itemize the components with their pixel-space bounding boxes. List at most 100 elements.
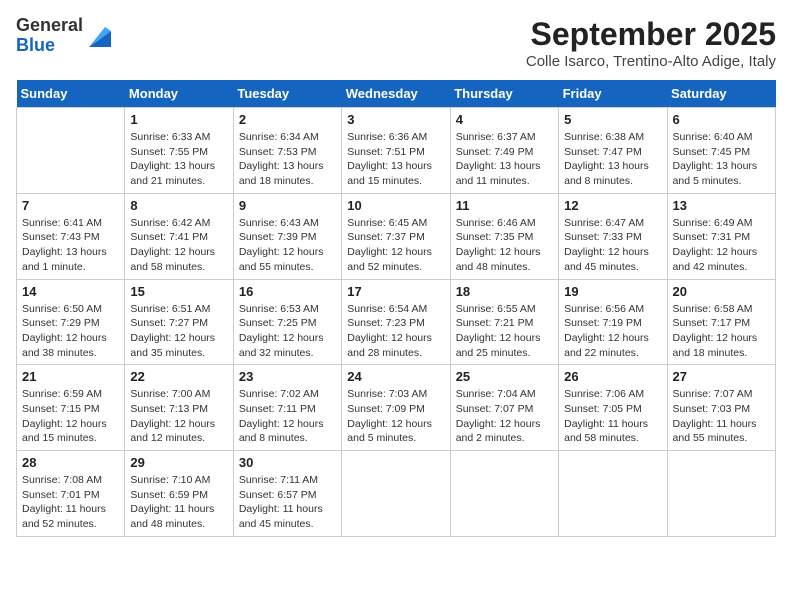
day-number: 11 <box>456 198 553 213</box>
calendar-cell: 16Sunrise: 6:53 AMSunset: 7:25 PMDayligh… <box>233 279 341 365</box>
day-info: Sunrise: 6:36 AMSunset: 7:51 PMDaylight:… <box>347 130 444 189</box>
day-number: 24 <box>347 369 444 384</box>
calendar-cell: 2Sunrise: 6:34 AMSunset: 7:53 PMDaylight… <box>233 108 341 194</box>
day-number: 15 <box>130 284 227 299</box>
weekday-header: Monday <box>125 80 233 108</box>
day-info: Sunrise: 6:43 AMSunset: 7:39 PMDaylight:… <box>239 216 336 275</box>
weekday-header: Wednesday <box>342 80 450 108</box>
calendar-cell: 27 Sunrise: 7:07 AMSunset: 7:03 PMDayligh… <box>667 365 775 451</box>
day-info: Sunrise: 7:02 AMSunset: 7:11 PMDaylight:… <box>239 387 336 446</box>
calendar-cell: 3 Sunrise: 6:36 AMSunset: 7:51 PMDaylight… <box>342 108 450 194</box>
day-number: 7 <box>22 198 119 213</box>
calendar-cell: 4Sunrise: 6:37 AMSunset: 7:49 PMDaylight… <box>450 108 558 194</box>
calendar-cell: 8Sunrise: 6:42 AMSunset: 7:41 PMDaylight… <box>125 193 233 279</box>
day-number: 19 <box>564 284 661 299</box>
day-info: Sunrise: 6:49 AMSunset: 7:31 PMDaylight:… <box>673 216 770 275</box>
calendar-cell: 15 Sunrise: 6:51 AMSunset: 7:27 PMDayligh… <box>125 279 233 365</box>
day-number: 5 <box>564 112 661 127</box>
calendar-cell: 26 Sunrise: 7:06 AMSunset: 7:05 PMDayligh… <box>559 365 667 451</box>
day-number: 21 <box>22 369 119 384</box>
day-info: Sunrise: 6:38 AMSunset: 7:47 PMDaylight:… <box>564 130 661 189</box>
calendar-cell: 7 Sunrise: 6:41 AMSunset: 7:43 PMDaylight… <box>17 193 125 279</box>
day-number: 28 <box>22 455 119 470</box>
weekday-header: Friday <box>559 80 667 108</box>
calendar-cell <box>667 451 775 537</box>
month-title: September 2025 <box>526 16 776 53</box>
calendar-cell: 29 Sunrise: 7:10 AMSunset: 6:59 PMDayligh… <box>125 451 233 537</box>
day-info: Sunrise: 7:08 AMSunset: 7:01 PMDaylight:… <box>22 473 119 532</box>
calendar-cell: 1Sunrise: 6:33 AMSunset: 7:55 PMDaylight… <box>125 108 233 194</box>
logo-general: General <box>16 15 83 35</box>
calendar-cell: 10 Sunrise: 6:45 AMSunset: 7:37 PMDayligh… <box>342 193 450 279</box>
day-info: Sunrise: 6:54 AMSunset: 7:23 PMDaylight:… <box>347 302 444 361</box>
day-number: 1 <box>130 112 227 127</box>
calendar-cell: 11 Sunrise: 6:46 AMSunset: 7:35 PMDayligh… <box>450 193 558 279</box>
calendar-cell <box>450 451 558 537</box>
day-number: 27 <box>673 369 770 384</box>
calendar-week: 21 Sunrise: 6:59 AMSunset: 7:15 PMDayligh… <box>17 365 776 451</box>
day-info: Sunrise: 6:46 AMSunset: 7:35 PMDaylight:… <box>456 216 553 275</box>
calendar-cell: 22 Sunrise: 7:00 AMSunset: 7:13 PMDayligh… <box>125 365 233 451</box>
calendar-cell <box>17 108 125 194</box>
calendar-cell: 17 Sunrise: 6:54 AMSunset: 7:23 PMDayligh… <box>342 279 450 365</box>
day-info: Sunrise: 7:07 AMSunset: 7:03 PMDaylight:… <box>673 387 770 446</box>
day-info: Sunrise: 6:58 AMSunset: 7:17 PMDaylight:… <box>673 302 770 361</box>
calendar-cell: 20 Sunrise: 6:58 AMSunset: 7:17 PMDayligh… <box>667 279 775 365</box>
day-info: Sunrise: 6:55 AMSunset: 7:21 PMDaylight:… <box>456 302 553 361</box>
day-number: 10 <box>347 198 444 213</box>
day-info: Sunrise: 6:51 AMSunset: 7:27 PMDaylight:… <box>130 302 227 361</box>
day-number: 6 <box>673 112 770 127</box>
day-number: 13 <box>673 198 770 213</box>
calendar-week: 28 Sunrise: 7:08 AMSunset: 7:01 PMDayligh… <box>17 451 776 537</box>
calendar-cell: 13 Sunrise: 6:49 AMSunset: 7:31 PMDayligh… <box>667 193 775 279</box>
day-number: 22 <box>130 369 227 384</box>
weekday-header: Tuesday <box>233 80 341 108</box>
day-number: 18 <box>456 284 553 299</box>
day-info: Sunrise: 6:47 AMSunset: 7:33 PMDaylight:… <box>564 216 661 275</box>
day-info: Sunrise: 7:03 AMSunset: 7:09 PMDaylight:… <box>347 387 444 446</box>
calendar-cell: 25Sunrise: 7:04 AMSunset: 7:07 PMDayligh… <box>450 365 558 451</box>
day-info: Sunrise: 6:56 AMSunset: 7:19 PMDaylight:… <box>564 302 661 361</box>
calendar-cell: 24 Sunrise: 7:03 AMSunset: 7:09 PMDayligh… <box>342 365 450 451</box>
day-info: Sunrise: 6:50 AMSunset: 7:29 PMDaylight:… <box>22 302 119 361</box>
weekday-header: Thursday <box>450 80 558 108</box>
day-info: Sunrise: 6:34 AMSunset: 7:53 PMDaylight:… <box>239 130 336 189</box>
day-number: 30 <box>239 455 336 470</box>
calendar-body: 1Sunrise: 6:33 AMSunset: 7:55 PMDaylight… <box>17 108 776 537</box>
day-number: 23 <box>239 369 336 384</box>
calendar-cell: 5 Sunrise: 6:38 AMSunset: 7:47 PMDaylight… <box>559 108 667 194</box>
day-info: Sunrise: 7:06 AMSunset: 7:05 PMDaylight:… <box>564 387 661 446</box>
day-info: Sunrise: 6:45 AMSunset: 7:37 PMDaylight:… <box>347 216 444 275</box>
day-number: 12 <box>564 198 661 213</box>
calendar-cell: 28 Sunrise: 7:08 AMSunset: 7:01 PMDayligh… <box>17 451 125 537</box>
weekday-header: Saturday <box>667 80 775 108</box>
calendar-week: 7 Sunrise: 6:41 AMSunset: 7:43 PMDaylight… <box>17 193 776 279</box>
day-info: Sunrise: 6:37 AMSunset: 7:49 PMDaylight:… <box>456 130 553 189</box>
calendar-cell: 12 Sunrise: 6:47 AMSunset: 7:33 PMDayligh… <box>559 193 667 279</box>
calendar-cell <box>559 451 667 537</box>
day-info: Sunrise: 6:59 AMSunset: 7:15 PMDaylight:… <box>22 387 119 446</box>
calendar-cell: 18 Sunrise: 6:55 AMSunset: 7:21 PMDayligh… <box>450 279 558 365</box>
day-info: Sunrise: 7:10 AMSunset: 6:59 PMDaylight:… <box>130 473 227 532</box>
calendar-cell: 14Sunrise: 6:50 AMSunset: 7:29 PMDayligh… <box>17 279 125 365</box>
day-number: 17 <box>347 284 444 299</box>
day-info: Sunrise: 7:04 AMSunset: 7:07 PMDaylight:… <box>456 387 553 446</box>
calendar-cell: 9Sunrise: 6:43 AMSunset: 7:39 PMDaylight… <box>233 193 341 279</box>
day-info: Sunrise: 6:41 AMSunset: 7:43 PMDaylight:… <box>22 216 119 275</box>
day-number: 26 <box>564 369 661 384</box>
day-info: Sunrise: 7:00 AMSunset: 7:13 PMDaylight:… <box>130 387 227 446</box>
logo-blue: Blue <box>16 35 55 55</box>
page-header: General Blue September 2025 Colle Isarco… <box>16 16 776 70</box>
day-number: 3 <box>347 112 444 127</box>
calendar-cell: 6 Sunrise: 6:40 AMSunset: 7:45 PMDaylight… <box>667 108 775 194</box>
day-number: 29 <box>130 455 227 470</box>
weekday-row: SundayMondayTuesdayWednesdayThursdayFrid… <box>17 80 776 108</box>
logo-text: General Blue <box>16 16 83 56</box>
day-info: Sunrise: 6:40 AMSunset: 7:45 PMDaylight:… <box>673 130 770 189</box>
day-number: 20 <box>673 284 770 299</box>
day-info: Sunrise: 7:11 AMSunset: 6:57 PMDaylight:… <box>239 473 336 532</box>
location: Colle Isarco, Trentino-Alto Adige, Italy <box>526 53 776 70</box>
title-block: September 2025 Colle Isarco, Trentino-Al… <box>526 16 776 70</box>
logo: General Blue <box>16 16 115 56</box>
calendar-week: 14Sunrise: 6:50 AMSunset: 7:29 PMDayligh… <box>17 279 776 365</box>
